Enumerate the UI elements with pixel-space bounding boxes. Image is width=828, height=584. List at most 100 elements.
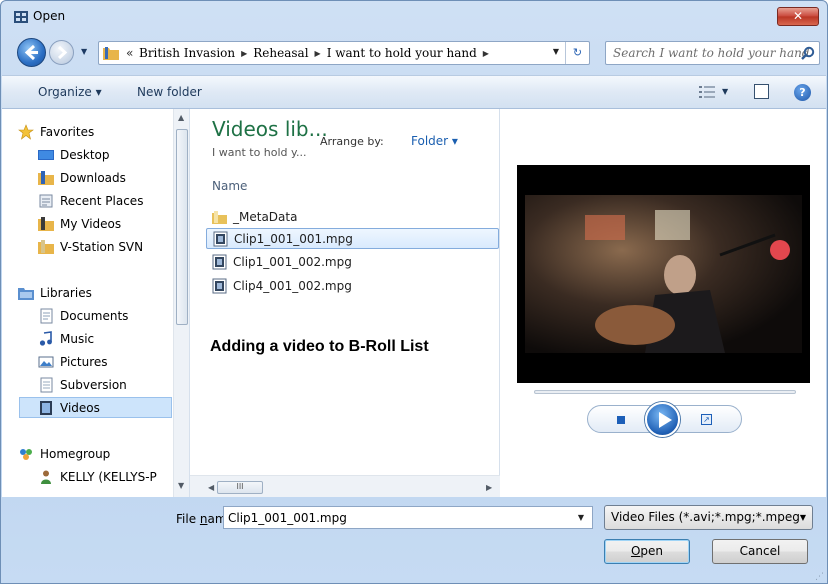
preview-pane: ↗ <box>500 109 826 497</box>
videos-icon <box>40 400 52 415</box>
scroll-right-icon[interactable]: ▶ <box>486 483 492 492</box>
breadcrumb-item[interactable]: British Invasion <box>139 46 235 60</box>
nav-label: V-Station SVN <box>60 239 144 254</box>
file-name: _MetaData <box>233 209 298 224</box>
view-dropdown-icon[interactable]: ▼ <box>722 87 728 96</box>
breadcrumb-separator-icon[interactable]: ▶ <box>315 49 321 58</box>
folder-icon <box>38 239 54 254</box>
video-preview[interactable] <box>517 165 810 383</box>
nav-item-videos[interactable]: Videos <box>19 397 172 418</box>
search-icon[interactable] <box>800 46 815 61</box>
video-file-icon <box>212 278 227 293</box>
pictures-icon <box>38 356 54 367</box>
nav-item-v-station-svn[interactable]: V-Station SVN <box>38 236 143 257</box>
music-icon <box>39 330 52 346</box>
nav-scrollbar[interactable]: ▲ ▼ <box>173 109 189 497</box>
nav-item-recent-places[interactable]: Recent Places <box>38 190 143 211</box>
desktop-icon <box>38 149 54 160</box>
nav-label: Downloads <box>60 170 126 185</box>
documents-icon <box>40 308 53 323</box>
nav-item-desktop[interactable]: Desktop <box>38 144 110 165</box>
file-name-dropdown-icon[interactable]: ▼ <box>578 513 584 522</box>
nav-item-my-videos[interactable]: My Videos <box>38 213 121 234</box>
scroll-left-icon[interactable]: ◀ <box>208 483 214 492</box>
scroll-up-icon[interactable]: ▲ <box>178 113 184 122</box>
close-button[interactable]: ✕ <box>777 7 819 26</box>
downloads-folder-icon <box>38 170 54 185</box>
nav-homegroup[interactable]: Homegroup <box>18 443 110 464</box>
nav-label: Favorites <box>40 124 95 139</box>
list-item[interactable]: _MetaData <box>206 206 499 227</box>
back-button[interactable] <box>17 38 46 67</box>
player-controls: ↗ <box>587 402 742 437</box>
new-folder-button[interactable]: New folder <box>137 85 202 99</box>
nav-item-downloads[interactable]: Downloads <box>38 167 126 188</box>
file-name: Clip4_001_002.mpg <box>233 278 352 293</box>
search-box[interactable]: Search I want to hold your hand <box>605 41 820 65</box>
breadcrumb-separator-icon[interactable]: ▶ <box>241 49 247 58</box>
breadcrumb: British Invasion ▶ Reheasal ▶ I want to … <box>139 46 489 60</box>
overflow-chevron[interactable]: « <box>126 46 133 60</box>
scroll-thumb[interactable] <box>176 129 188 325</box>
nav-label: Libraries <box>40 285 92 300</box>
recent-pages-dropdown-icon[interactable]: ▼ <box>81 47 91 59</box>
file-name-input[interactable] <box>228 510 568 526</box>
arrange-by-dropdown[interactable]: Folder ▾ <box>411 134 458 148</box>
scroll-down-icon[interactable]: ▼ <box>178 481 184 490</box>
window-title: Open <box>33 9 66 23</box>
breadcrumb-separator-icon[interactable]: ▶ <box>483 49 489 58</box>
library-subtitle: I want to hold y... <box>212 146 307 159</box>
seek-bar[interactable] <box>534 390 796 394</box>
film-icon <box>14 11 28 23</box>
nav-label: Documents <box>60 308 129 323</box>
open-button[interactable]: Open <box>604 539 690 564</box>
help-icon[interactable]: ? <box>794 84 811 101</box>
nav-item-documents[interactable]: Documents <box>38 305 128 326</box>
nav-item-pictures[interactable]: Pictures <box>38 351 108 372</box>
nav-favorites[interactable]: Favorites <box>18 121 94 142</box>
command-toolbar: Organize ▾ New folder ▼ ? <box>2 75 826 109</box>
file-name: Clip1_001_001.mpg <box>234 231 353 246</box>
open-in-player-icon[interactable]: ↗ <box>701 414 712 425</box>
breadcrumb-item[interactable]: Reheasal <box>253 46 308 60</box>
breadcrumb-item[interactable]: I want to hold your hand <box>327 46 477 60</box>
nav-label: Music <box>60 331 95 346</box>
nav-libraries[interactable]: Libraries <box>18 282 92 303</box>
library-title: Videos lib... <box>212 117 328 141</box>
resize-grip-icon[interactable]: ⋰ <box>815 572 824 582</box>
address-bar[interactable]: « British Invasion ▶ Reheasal ▶ I want t… <box>98 41 590 65</box>
forward-button[interactable] <box>49 40 74 65</box>
video-file-icon <box>213 231 228 246</box>
list-item[interactable]: Clip1_001_002.mpg <box>206 251 499 272</box>
refresh-icon[interactable]: ↻ <box>565 42 589 64</box>
chevron-down-icon: ▼ <box>799 513 806 522</box>
overlay-caption: Adding a video to B-Roll List <box>210 338 429 355</box>
list-item-selected[interactable]: Clip1_001_001.mpg <box>206 228 499 249</box>
content-area: Favorites Desktop Downloads Recent Place… <box>2 109 826 497</box>
scroll-thumb[interactable]: III <box>217 481 263 494</box>
organize-button[interactable]: Organize ▾ <box>38 85 102 99</box>
view-details-icon[interactable] <box>699 85 715 99</box>
title-bar: Open ✕ <box>1 1 827 33</box>
address-dropdown-icon[interactable]: ▼ <box>553 47 559 56</box>
file-type-value: Video Files (*.avi;*.mpg;*.mpeg <box>611 510 800 524</box>
play-icon[interactable] <box>645 402 680 437</box>
preview-pane-icon[interactable] <box>754 84 769 99</box>
cancel-button[interactable]: Cancel <box>712 539 808 564</box>
file-name-field[interactable]: ▼ <box>223 506 593 529</box>
stop-icon[interactable] <box>617 416 625 424</box>
open-dialog: Open ✕ ▼ « British Invasion ▶ Reheasal ▶… <box>0 0 828 584</box>
file-type-select[interactable]: Video Files (*.avi;*.mpg;*.mpeg ▼ <box>604 505 813 530</box>
list-item[interactable]: Clip4_001_002.mpg <box>206 275 499 296</box>
label-part: File <box>176 512 200 526</box>
file-name: Clip1_001_002.mpg <box>233 254 352 269</box>
dialog-footer: File name: ▼ Video Files (*.avi;*.mpg;*.… <box>1 497 827 584</box>
forward-arrow-icon <box>57 45 68 60</box>
nav-item-homegroup-user[interactable]: KELLY (KELLYS-P <box>38 466 157 487</box>
nav-label: Videos <box>60 400 100 415</box>
nav-item-music[interactable]: Music <box>38 328 94 349</box>
nav-item-subversion[interactable]: Subversion <box>38 374 127 395</box>
arrange-by-label: Arrange by: <box>320 135 384 148</box>
name-column-header[interactable]: Name <box>212 179 247 193</box>
horizontal-scrollbar[interactable]: ◀ III ▶ <box>190 475 500 497</box>
